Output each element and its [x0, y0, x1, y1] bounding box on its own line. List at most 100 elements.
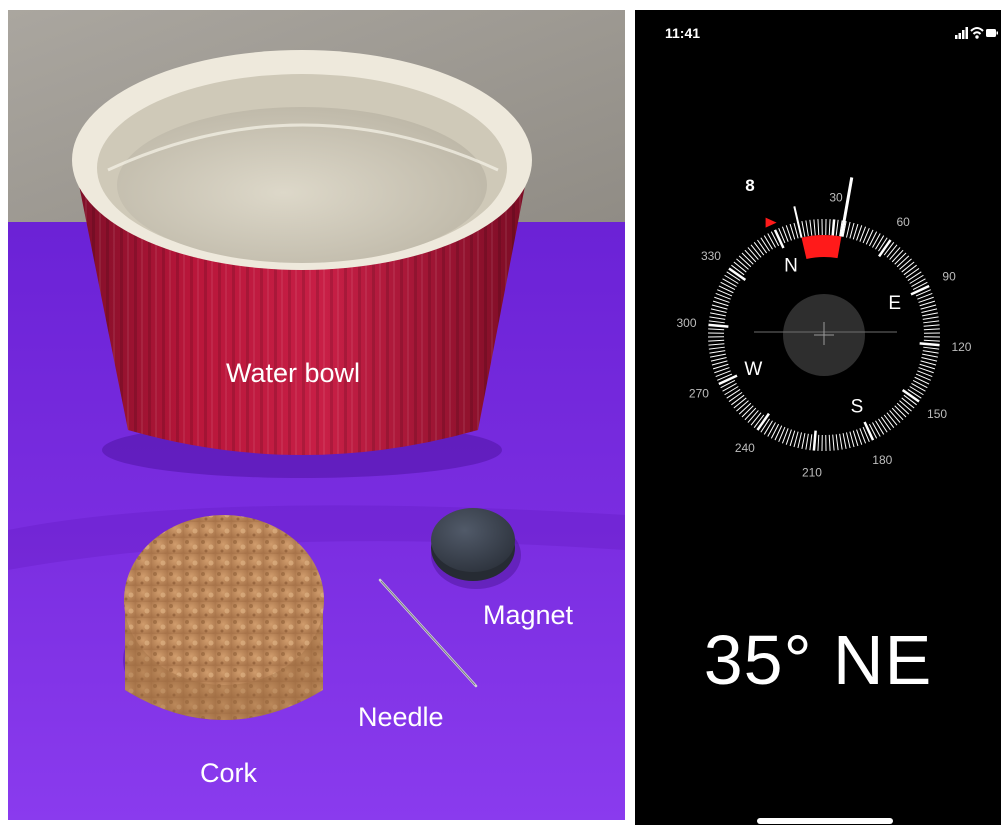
compass-tick [793, 222, 799, 239]
compass-tick [757, 239, 768, 254]
compass-tick [846, 432, 851, 449]
compass-degree-label: 60 [896, 215, 910, 229]
compass-tick [899, 400, 912, 412]
compass-cardinal-n: N [784, 255, 798, 276]
compass-tick [733, 397, 747, 409]
compass-tick [805, 220, 809, 237]
compass-tick [922, 350, 939, 354]
compass-degree-label: 90 [942, 270, 956, 284]
compass-tick [835, 434, 839, 451]
compass-tick [923, 346, 940, 350]
compass-tick [849, 222, 855, 239]
compass-tick [763, 235, 773, 250]
compass-degree-label: 270 [689, 386, 709, 400]
compass-tick [812, 430, 817, 451]
home-indicator[interactable] [757, 818, 893, 824]
compass-tick [733, 261, 747, 273]
compass-tick [875, 235, 885, 250]
compass-tick [875, 420, 885, 435]
compass-tick [805, 433, 809, 450]
compass-tick [711, 360, 728, 366]
compass-tick [710, 308, 727, 313]
compass-tick [923, 324, 940, 327]
compass-tick [880, 416, 891, 431]
compass-tick [828, 434, 831, 451]
heading-readout: 35° NE [703, 621, 933, 699]
north-triangle-icon [765, 217, 777, 228]
compass-tick [710, 353, 726, 358]
compass-tick [878, 418, 888, 433]
compass-degree-label: 240 [735, 441, 755, 455]
compass-tick [911, 383, 926, 392]
compass-tick [903, 264, 917, 276]
compass-tick [868, 231, 878, 247]
compass-tick [896, 402, 910, 415]
compass-tick [710, 312, 726, 317]
compass-tick [726, 389, 741, 399]
compass-tick [872, 422, 881, 437]
compass-tick [889, 410, 901, 423]
compass-tick [832, 434, 835, 451]
compass-tick [922, 353, 938, 358]
compass-tick [901, 261, 915, 273]
compass-tick [919, 342, 940, 347]
compass-tick [744, 407, 757, 421]
compass-tick [709, 316, 726, 320]
compass-tick [891, 407, 904, 421]
compass-tick [839, 433, 843, 450]
compass-tick [747, 410, 759, 423]
phone-screen: 11:41 30 60 90 120 150 180 210 240 270 300 330 NES… [635, 10, 1001, 825]
compass-tick [849, 431, 855, 448]
compass-tick [747, 247, 759, 260]
compass-tick [773, 229, 785, 249]
compass-tick [894, 252, 907, 265]
label-cork: Cork [200, 758, 258, 788]
compass-tick [728, 391, 743, 402]
compass-tick [767, 233, 776, 248]
compass-tick [922, 312, 938, 317]
compass-tick [750, 412, 762, 426]
compass-tick [923, 339, 940, 342]
compass-tick [809, 434, 813, 451]
compass-tick [738, 255, 752, 268]
compass-tick [835, 219, 839, 236]
compass-tick [736, 258, 749, 270]
compass-tick [750, 244, 762, 258]
compass-tick [817, 434, 820, 451]
compass-tick [724, 274, 739, 284]
compass-tick [722, 383, 737, 392]
label-magnet: Magnet [483, 600, 574, 630]
compass-tick [828, 219, 831, 236]
compass-tick [923, 328, 940, 331]
compass-tick [767, 422, 776, 437]
compass-cardinal-e: E [888, 293, 901, 314]
compass-tick [894, 405, 907, 418]
compass-tick [896, 255, 910, 268]
compass-degree-label: 30 [829, 191, 843, 205]
compass-tick [722, 278, 737, 287]
compass-cardinal-w: W [744, 359, 762, 380]
water-bowl [72, 50, 532, 478]
compass-tick [872, 233, 881, 248]
compass-tick [770, 423, 780, 439]
compass-tick [709, 350, 726, 354]
compass-tick [923, 320, 940, 324]
compass-tick [708, 328, 725, 331]
compass-tick [744, 249, 757, 263]
bearing-marker-line [793, 206, 803, 238]
compass-tick [920, 304, 937, 310]
compass-tick [920, 360, 937, 366]
compass-tick [922, 316, 939, 320]
compass-tick [763, 420, 773, 435]
compass-tick [863, 421, 875, 441]
compass-tick [921, 357, 938, 362]
compass-tick [760, 237, 770, 252]
compass-tick [731, 394, 745, 406]
heading-deviation-arc [801, 235, 842, 259]
compass-degree-label: 300 [677, 316, 697, 330]
compass-degree-label: 150 [927, 407, 947, 421]
cork [123, 515, 324, 720]
compass-tick [708, 323, 729, 328]
compass-tick [909, 274, 924, 284]
photo-scene [8, 10, 625, 820]
